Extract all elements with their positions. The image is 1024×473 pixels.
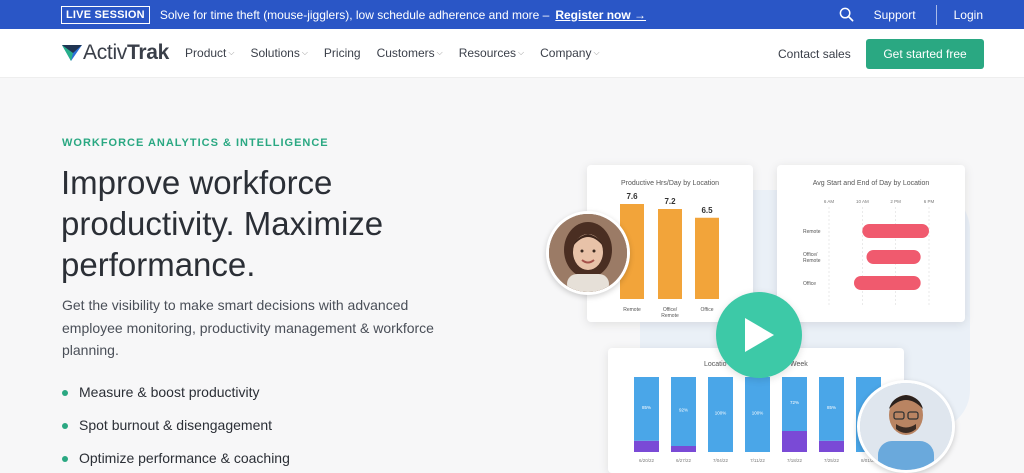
nav-item-product[interactable]: Product ⌵: [185, 46, 234, 60]
chart-title: Avg Start and End of Day by Location: [813, 180, 930, 187]
bar-value-label: 85%: [827, 405, 836, 410]
nav-item-resources[interactable]: Resources ⌵: [459, 46, 524, 60]
category-label: 7/11/22: [750, 458, 765, 463]
chart-bar: [695, 217, 719, 299]
bar-value-label: 6.5: [701, 206, 713, 215]
category-label: 7/04/22: [713, 458, 729, 463]
get-started-free-button[interactable]: Get started free: [866, 39, 984, 69]
feature-text: Spot burnout & disengagement: [79, 417, 273, 433]
man-portrait-icon: [860, 383, 952, 470]
logo-wordmark: ActivTrak: [83, 41, 169, 65]
stacked-bar-segment: [671, 446, 696, 452]
banner-utility-links: Support Login: [832, 0, 1024, 29]
nav-label: Product: [185, 46, 227, 60]
feature-item: Spot burnout & disengagement: [62, 417, 290, 450]
activtrak-logo[interactable]: ActivTrak: [61, 41, 169, 65]
feature-list: Measure & boost productivity Spot burnou…: [62, 384, 290, 473]
activtrak-logo-icon: [62, 45, 82, 61]
hero-eyebrow: WORKFORCE ANALYTICS & INTELLIGENCE: [62, 137, 329, 149]
start-end-day-chart-card: Avg Start and End of Day by Location 6 AM…: [777, 165, 965, 322]
nav-label: Customers: [376, 46, 435, 60]
category-label: 6/20/22: [639, 458, 655, 463]
axis-tick-label: 2 PM: [890, 199, 901, 204]
bar-value-label: 100%: [715, 411, 727, 416]
play-video-button[interactable]: [716, 292, 802, 378]
chart-title: Productive Hrs/Day by Location: [621, 180, 719, 187]
stacked-bar-segment: [782, 431, 807, 452]
axis-tick-label: 6 PM: [924, 199, 935, 204]
chevron-down-icon: ⌵: [518, 48, 525, 57]
logo-bold: Trak: [127, 41, 170, 64]
category-label: 6/27/22: [676, 458, 692, 463]
bar-value-label: 100%: [752, 411, 764, 416]
announcement-banner: LIVE SESSION Solve for time theft (mouse…: [0, 0, 1024, 29]
range-bar: [854, 276, 921, 290]
search-icon: [839, 7, 854, 22]
bullet-icon: [62, 390, 68, 396]
search-button[interactable]: [832, 0, 862, 29]
category-label: Remote: [661, 313, 679, 319]
hero-subtext: Get the visibility to make smart decisio…: [62, 297, 434, 358]
play-icon: [745, 318, 774, 352]
woman-avatar: [546, 211, 630, 295]
nav-item-solutions[interactable]: Solutions ⌵: [250, 46, 307, 60]
nav-item-customers[interactable]: Customers ⌵: [377, 46, 443, 60]
category-label: Remote: [623, 307, 641, 313]
feature-text: Measure & boost productivity: [79, 384, 260, 400]
nav-menu: Product ⌵ Solutions ⌵ Pricing Customers ⌵ R…: [185, 46, 616, 60]
nav-label: Company: [540, 46, 592, 60]
chart-title-part: Week: [790, 361, 808, 368]
main-navbar: ActivTrak Product ⌵ Solutions ⌵ Pricing Cu…: [0, 29, 1024, 78]
chart-bar: [658, 209, 682, 299]
feature-item: Optimize performance & coaching: [62, 450, 290, 473]
woman-portrait-icon: [549, 214, 627, 292]
nav-item-company[interactable]: Company ⌵: [540, 46, 599, 60]
axis-tick-label: 10 AM: [856, 199, 869, 204]
category-label: 7/25/22: [824, 458, 840, 463]
category-label: 7/18/22: [787, 458, 803, 463]
bar-value-label: 7.2: [664, 197, 676, 206]
stacked-bar-segment: [634, 440, 659, 452]
register-now-link[interactable]: Register now →: [555, 8, 646, 22]
chevron-down-icon: ⌵: [228, 48, 235, 57]
banner-message: Solve for time theft (mouse-jigglers), l…: [159, 7, 550, 22]
category-label: Remote: [803, 258, 821, 264]
nav-item-pricing[interactable]: Pricing: [324, 46, 361, 60]
nav-label: Resources: [458, 46, 517, 60]
range-bar: [866, 250, 921, 264]
axis-tick-label: 6 AM: [824, 199, 835, 204]
stacked-bar-segment: [819, 440, 844, 452]
bar-value-label: 92%: [679, 408, 688, 413]
nav-label: Solutions: [250, 46, 300, 60]
banner-divider: [935, 4, 937, 25]
bullet-icon: [62, 456, 68, 462]
feature-text: Optimize performance & coaching: [79, 450, 290, 466]
chevron-down-icon: ⌵: [436, 48, 443, 57]
bar-value-label: 85%: [642, 405, 651, 410]
category-label: Office: [803, 281, 816, 287]
live-session-badge: LIVE SESSION: [61, 5, 150, 24]
category-label: Office: [701, 307, 714, 313]
support-link[interactable]: Support: [874, 8, 916, 22]
login-link[interactable]: Login: [954, 8, 983, 22]
start-end-day-chart: Avg Start and End of Day by Location 6 AM…: [803, 180, 935, 305]
logo-prefix: Activ: [83, 41, 128, 64]
category-label: Remote: [803, 229, 821, 235]
bar-value-label: 7.6: [626, 192, 638, 201]
feature-item: Measure & boost productivity: [62, 384, 290, 417]
chart-title-part: Locatio: [704, 361, 727, 368]
chevron-down-icon: ⌵: [593, 48, 600, 57]
contact-sales-link[interactable]: Contact sales: [778, 47, 851, 61]
range-bar: [862, 224, 929, 238]
man-avatar: [857, 380, 955, 473]
bullet-icon: [62, 423, 68, 429]
bar-value-label: 72%: [790, 400, 799, 405]
chevron-down-icon: ⌵: [301, 48, 308, 57]
nav-label: Pricing: [323, 46, 361, 60]
hero-headline: Improve workforce productivity. Maximize…: [61, 164, 384, 283]
